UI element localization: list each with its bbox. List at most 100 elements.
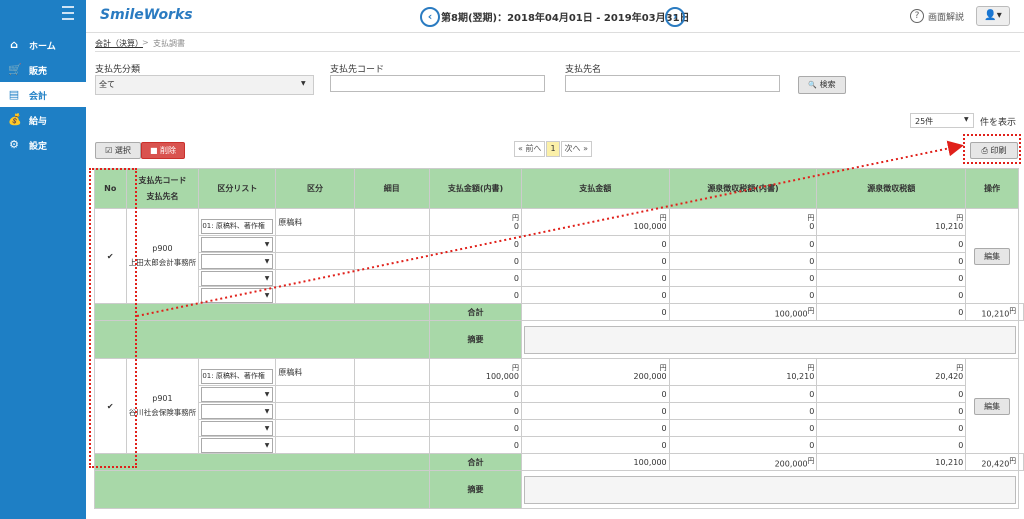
category-select[interactable]: ▼ <box>201 403 274 419</box>
sidebar-item-accounting[interactable]: ▤ 会計 <box>0 82 86 107</box>
sidebar: ⌂ ホーム 🛒 販売 ▤ 会計 💰 給与 ⚙ 設定 <box>0 0 86 519</box>
amount-cell: 円 100,000 <box>520 208 670 236</box>
category-select[interactable]: ▼ <box>201 386 274 402</box>
category-select[interactable]: ▼ <box>201 420 274 436</box>
payee-name-input[interactable] <box>565 75 780 92</box>
chevron-down-icon: ▼ <box>264 291 270 299</box>
highlight-no-column <box>89 168 137 468</box>
edit-button[interactable]: 編集 <box>974 397 1011 415</box>
page-size-label: 件を表示 <box>980 118 1017 128</box>
chevron-down-icon: ▼ <box>264 441 270 449</box>
ops-cell: 編集 <box>965 208 1019 304</box>
sidebar-item-label: 給与 <box>29 117 48 127</box>
payee-code-label: 支払先コード <box>330 65 385 75</box>
menu-icon[interactable] <box>62 6 74 20</box>
withholding-internal-cell: 0 <box>668 385 818 403</box>
select-button[interactable]: ☑ 選択 <box>95 142 141 159</box>
withholding-internal-cell: 0 <box>668 436 818 454</box>
amount-internal-cell: 0 <box>429 419 522 437</box>
detail-cell <box>353 252 431 270</box>
payee-code-input[interactable] <box>330 75 545 92</box>
delete-button-label: 削除 <box>160 146 177 155</box>
sidebar-item-payroll[interactable]: 💰 給与 <box>0 107 86 132</box>
category-select[interactable]: 01: 原稿料、著作権 <box>201 368 274 384</box>
detail-cell <box>353 208 431 236</box>
memo-label: 摘要 <box>429 470 522 509</box>
breadcrumb-parent[interactable]: 会計（決算） <box>95 38 143 49</box>
yen-unit: 円 <box>956 363 964 372</box>
sidebar-item-label: ホーム <box>29 42 56 52</box>
prev-period-button[interactable]: ‹ <box>420 7 440 27</box>
category-list-cell: ▼ <box>198 252 277 270</box>
category-select[interactable]: ▼ <box>201 236 274 252</box>
memo-textarea[interactable] <box>523 475 1016 504</box>
payment-statement-table: No 支払先コード 支払先名 区分リスト 区分 細目 支払金額(内書) 支払金額 … <box>94 168 1024 509</box>
withholding-value: 20,420 <box>935 371 964 381</box>
chevron-down-icon: ▼ <box>301 80 306 87</box>
withholding-internal-cell: 0 <box>668 402 818 420</box>
sidebar-item-home[interactable]: ⌂ ホーム <box>0 32 86 57</box>
ops-cell: 編集 <box>965 358 1019 454</box>
chevron-down-icon: ▼ <box>964 116 969 123</box>
sidebar-item-sales[interactable]: 🛒 販売 <box>0 57 86 82</box>
help-icon[interactable]: ? <box>910 9 924 23</box>
amount-internal-cell: 0 <box>429 252 522 270</box>
amount-cell: 0 <box>520 385 670 403</box>
payee-type-value: 全て <box>99 80 115 89</box>
category-select[interactable]: 01: 原稿料、著作権 <box>201 218 274 234</box>
search-button[interactable]: 🔍 検索 <box>798 76 846 94</box>
next-page-button[interactable]: 次へ » <box>560 141 592 157</box>
withholding-cell: 0 <box>816 402 967 420</box>
detail-cell <box>353 419 431 437</box>
detail-cell <box>353 286 431 304</box>
user-menu-button[interactable]: 👤▾ <box>976 6 1010 26</box>
yen-unit: 円 <box>511 213 519 222</box>
withholding-cell: 円 20,420 <box>816 358 967 386</box>
total-withholding: 20,420円 <box>965 453 1019 471</box>
payee-type-select[interactable] <box>95 75 314 95</box>
sidebar-item-label: 販売 <box>29 67 48 77</box>
category-select[interactable]: ▼ <box>201 253 274 269</box>
withholding-value: 10,210 <box>935 221 964 231</box>
pagination: « 前へ 1 次へ » <box>514 141 593 157</box>
memo-spacer <box>94 470 430 509</box>
period-title: 第8期(翌期)：2018年04月01日 - 2019年03月31日 <box>441 13 690 24</box>
amount-internal-cell: 0 <box>429 402 522 420</box>
category-select[interactable]: ▼ <box>201 437 274 453</box>
detail-cell <box>353 402 431 420</box>
help-link[interactable]: 画面解説 <box>928 10 964 23</box>
category-cell: 原稿料 <box>275 358 355 386</box>
yen-unit: 円 <box>807 213 815 222</box>
delete-button[interactable]: ■ 削除 <box>141 142 185 159</box>
yen-unit: 円 <box>1009 307 1016 316</box>
total-amount-internal: 0 <box>520 303 670 321</box>
category-select[interactable]: ▼ <box>201 270 274 286</box>
sidebar-item-settings[interactable]: ⚙ 設定 <box>0 132 86 157</box>
app-logo[interactable]: SmileWorks <box>100 7 193 23</box>
prev-page-button[interactable]: « 前へ <box>514 141 546 157</box>
page-number-button[interactable]: 1 <box>546 141 560 157</box>
total-ops-cell <box>1018 453 1024 471</box>
table-row: ▼ 0 0 0 0 <box>95 419 1024 437</box>
yen-unit: 円 <box>659 213 667 222</box>
amount-cell: 0 <box>520 235 670 253</box>
table-row: ✔ p900 上田太郎会計事務所 01: 原稿料、著作権 原稿料 円0 円 100,… <box>94 208 1024 304</box>
category-select[interactable]: ▼ <box>201 287 274 303</box>
amount-internal-cell: 円0 <box>429 208 522 236</box>
detail-cell <box>353 436 431 454</box>
category-select-value: 01: 原稿料、著作権 <box>202 221 265 230</box>
withholding-cell: 0 <box>816 252 967 270</box>
yen-unit: 円 <box>807 307 815 316</box>
col-header-amount-internal: 支払金額(内書) <box>429 168 522 209</box>
category-cell <box>275 286 355 304</box>
breadcrumb-separator: > <box>142 38 149 47</box>
withholding-internal-cell: 0 <box>668 269 818 287</box>
table-row: ✔ p901 谷川社会保険事務所 01: 原稿料、著作権 原稿料 円 100,000… <box>94 358 1024 454</box>
breadcrumb-current: 支払調書 <box>153 39 185 48</box>
edit-button[interactable]: 編集 <box>974 247 1011 265</box>
total-withholding-value: 10,210 <box>981 309 1010 319</box>
memo-textarea[interactable] <box>523 325 1016 354</box>
col-header-detail: 細目 <box>353 168 431 209</box>
category-cell <box>275 402 355 420</box>
next-period-button[interactable]: › <box>665 7 685 27</box>
